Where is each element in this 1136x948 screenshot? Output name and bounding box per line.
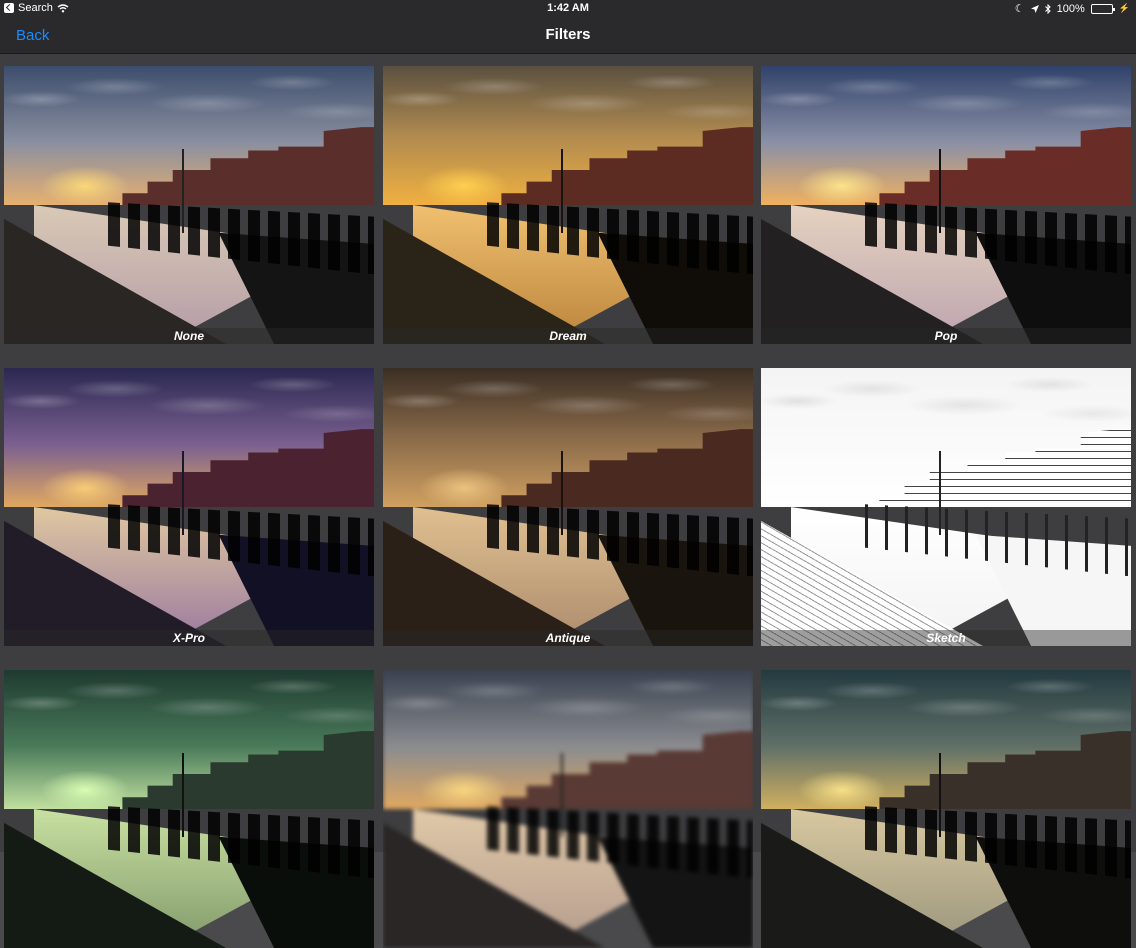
filter-preview-image [383, 670, 753, 948]
status-time: 1:42 AM [547, 2, 589, 14]
filter-tile[interactable]: Sketch [761, 368, 1131, 646]
filter-preview-image [761, 66, 1131, 344]
filter-tile[interactable]: None [4, 66, 374, 344]
filter-tile[interactable]: Pop [761, 66, 1131, 344]
location-arrow-icon [1030, 4, 1039, 13]
filter-label: Dream [383, 328, 753, 344]
filter-tile[interactable] [761, 670, 1131, 948]
moon-icon: ☾ [1014, 3, 1025, 15]
navigation-bar: Back Filters [0, 18, 1136, 54]
charging-bolt-icon: ⚡ [1118, 3, 1130, 13]
filter-tile[interactable]: Dream [383, 66, 753, 344]
filter-preview-image [761, 368, 1131, 646]
filter-preview-image [4, 66, 374, 344]
bluetooth-icon [1044, 3, 1051, 14]
filter-preview-image [383, 66, 753, 344]
filter-preview-image [383, 368, 753, 646]
filter-tile[interactable]: X-Pro [4, 368, 374, 646]
filter-grid: None Dream Pop X-Pro Antique Sketch [0, 54, 1136, 948]
filter-preview-image [4, 670, 374, 948]
filter-preview-image [761, 670, 1131, 948]
filter-tile[interactable] [4, 670, 374, 948]
filter-label: Sketch [761, 630, 1131, 646]
battery-percent: 100% [1056, 2, 1085, 15]
filter-tile[interactable] [383, 670, 753, 948]
status-right: ☾ 100% ⚡ [1014, 2, 1130, 16]
filter-preview-image [4, 368, 374, 646]
filter-label: Pop [761, 328, 1131, 344]
filter-label: Antique [383, 630, 753, 646]
filter-label: X-Pro [4, 630, 374, 646]
filter-tile[interactable]: Antique [383, 368, 753, 646]
battery-icon [1090, 3, 1115, 14]
status-bar: Search 1:42 AM ☾ 100% ⚡ [0, 0, 1136, 18]
filter-label: None [4, 328, 374, 344]
page-title: Filters [545, 26, 591, 43]
